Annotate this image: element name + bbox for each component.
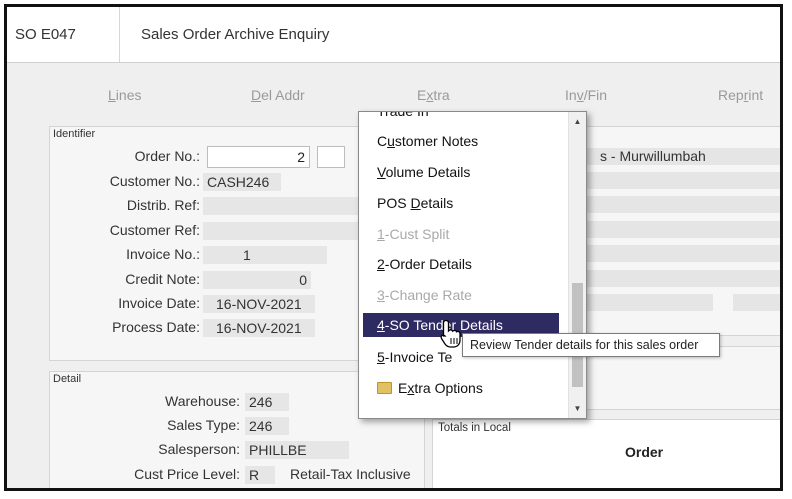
hand-cursor-icon xyxy=(440,319,461,348)
salesperson-label: Salesperson: xyxy=(158,441,240,457)
sales-type-label: Sales Type: xyxy=(167,417,240,433)
page-title: Sales Order Archive Enquiry xyxy=(141,26,330,43)
customer-ref-label: Customer Ref: xyxy=(109,222,200,238)
distrib-ref-label: Distrib. Ref: xyxy=(126,197,200,213)
warehouse-label: Warehouse: xyxy=(165,393,240,409)
folder-icon xyxy=(377,382,392,394)
process-date-value: 16-NOV-2021 xyxy=(203,319,315,337)
program-code: SO E047 xyxy=(15,26,76,43)
customer-address-line-3 xyxy=(578,221,780,238)
identifier-panel: Identifier Order No.: 2 Customer No.: CA… xyxy=(49,126,407,361)
menu-item-customer-notes[interactable]: Customer Notes xyxy=(377,133,478,149)
menu-item-volume-details[interactable]: Volume Details xyxy=(377,164,470,180)
customer-address-line-4 xyxy=(578,245,780,262)
menu-scrollbar[interactable]: ▲ ▼ xyxy=(568,112,586,418)
tab-inv-fin[interactable]: Inv/Fin xyxy=(565,87,607,103)
tab-bar: Lines Del Addr Extra Inv/Fin Reprint xyxy=(7,87,780,109)
customer-address-line-2 xyxy=(578,196,780,213)
sales-type-value: 246 xyxy=(245,417,289,435)
extra-menu[interactable]: Trade In Customer Notes Volume Details P… xyxy=(358,111,587,419)
totals-panel-label: Totals in Local xyxy=(438,422,511,434)
order-no-label: Order No.: xyxy=(134,148,200,164)
warehouse-value: 246 xyxy=(245,393,289,411)
totals-panel: Totals in Local Order xyxy=(432,419,780,488)
totals-order-header: Order xyxy=(625,444,664,460)
title-bar: SO E047 Sales Order Archive Enquiry xyxy=(7,7,780,63)
customer-extra-field-1 xyxy=(578,294,713,311)
customer-extra-field-2 xyxy=(733,294,780,311)
cust-price-level-value: R xyxy=(245,466,275,484)
cust-price-level-label: Cust Price Level: xyxy=(134,466,240,482)
title-divider xyxy=(119,7,120,62)
invoice-date-label: Invoice Date: xyxy=(118,295,200,311)
tab-reprint[interactable]: Reprint xyxy=(718,87,763,103)
distrib-ref-value xyxy=(203,197,363,215)
menu-item-change-rate: 3-Change Rate xyxy=(377,287,472,303)
identifier-panel-label: Identifier xyxy=(53,128,96,140)
detail-panel-label: Detail xyxy=(53,373,82,385)
order-suffix-field[interactable] xyxy=(317,146,345,168)
credit-note-label: Credit Note: xyxy=(125,271,200,287)
tab-del-addr[interactable]: Del Addr xyxy=(251,87,305,103)
scroll-up-arrow-icon[interactable]: ▲ xyxy=(569,117,586,126)
menu-item-invoice-tender[interactable]: 5-Invoice Te xyxy=(377,349,452,365)
menu-item-cust-split: 1-Cust Split xyxy=(377,226,450,242)
invoice-no-label: Invoice No.: xyxy=(126,246,200,262)
menu-item-pos-details[interactable]: POS Details xyxy=(377,195,453,211)
customer-address-line-1 xyxy=(578,172,780,189)
invoice-date-value: 16-NOV-2021 xyxy=(203,295,315,313)
customer-name-text: s - Murwillumbah xyxy=(600,148,706,164)
customer-address-line-5 xyxy=(578,270,780,287)
invoice-no-value: 1 xyxy=(203,246,327,264)
tooltip: Review Tender details for this sales ord… xyxy=(462,333,720,357)
customer-ref-value xyxy=(203,222,363,240)
credit-note-value: 0 xyxy=(203,271,311,289)
customer-no-value: CASH246 xyxy=(203,173,281,191)
customer-name-value: s - Murwillumbah xyxy=(578,148,780,165)
menu-item-order-details[interactable]: 2-Order Details xyxy=(377,256,472,272)
salesperson-value: PHILLBE xyxy=(245,441,349,459)
tab-extra[interactable]: Extra xyxy=(417,87,450,103)
app-window: SO E047 Sales Order Archive Enquiry Line… xyxy=(4,4,783,491)
menu-item-extra-options[interactable]: Extra Options xyxy=(377,380,483,396)
customer-no-label: Customer No.: xyxy=(109,173,200,189)
cust-price-level-desc: Retail-Tax Inclusive xyxy=(290,466,411,482)
menu-item-trade-in[interactable]: Trade In xyxy=(377,112,429,119)
process-date-label: Process Date: xyxy=(112,319,200,335)
tab-lines[interactable]: Lines xyxy=(108,87,141,103)
scroll-down-arrow-icon[interactable]: ▼ xyxy=(569,404,586,413)
order-no-field[interactable]: 2 xyxy=(207,146,310,168)
